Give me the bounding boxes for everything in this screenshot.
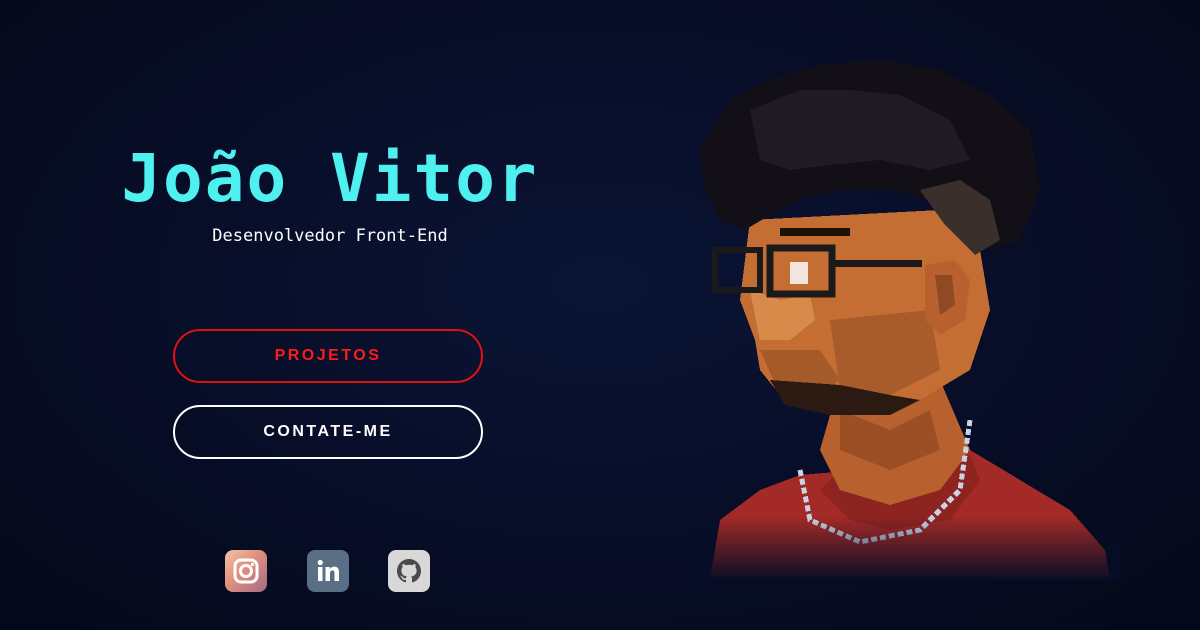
landing-page: João Vitor Desenvolvedor Front-End PROJE… — [0, 0, 1200, 630]
github-icon — [397, 559, 421, 583]
contact-button[interactable]: CONTATE-ME — [173, 405, 483, 459]
avatar-portrait — [690, 50, 1120, 580]
projects-button[interactable]: PROJETOS — [173, 329, 483, 383]
instagram-icon — [233, 558, 259, 584]
instagram-link[interactable] — [225, 550, 267, 592]
linkedin-icon — [317, 559, 339, 581]
linkedin-link[interactable] — [307, 550, 349, 592]
github-link[interactable] — [388, 550, 430, 592]
hero-role: Desenvolvedor Front-End — [212, 226, 448, 246]
hero-name: João Vitor — [121, 140, 539, 217]
